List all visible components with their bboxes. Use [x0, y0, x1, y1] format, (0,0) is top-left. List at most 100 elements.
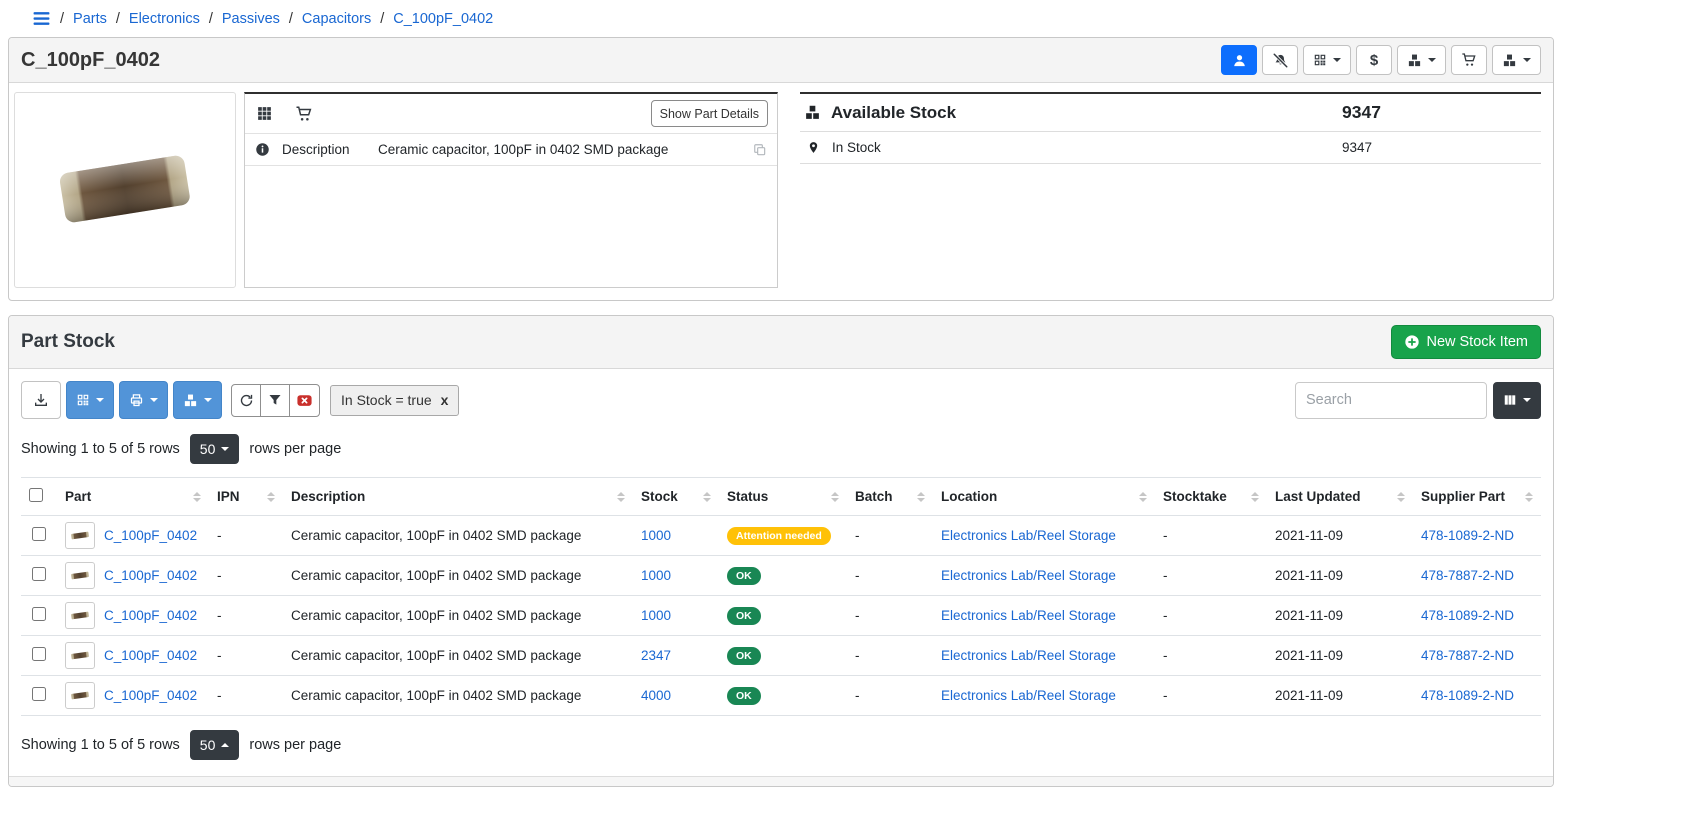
cart-view-button[interactable] — [293, 103, 315, 125]
part-link[interactable]: C_100pF_0402 — [104, 648, 197, 663]
row-checkbox[interactable] — [32, 607, 46, 621]
column-header-part: Part — [65, 489, 91, 504]
new-stock-item-button[interactable]: New Stock Item — [1391, 325, 1541, 359]
download-button[interactable] — [21, 381, 61, 419]
sort-icon[interactable] — [917, 492, 925, 502]
description-cell: Ceramic capacitor, 100pF in 0402 SMD pac… — [283, 516, 633, 556]
stock-options-dropdown-button[interactable] — [173, 381, 222, 419]
page-size-dropdown[interactable]: 50 — [190, 434, 240, 464]
ipn-cell: - — [209, 676, 283, 716]
rows-per-page-label: rows per page — [249, 737, 341, 753]
table-row[interactable]: C_100pF_0402 - Ceramic capacitor, 100pF … — [21, 516, 1541, 556]
row-checkbox[interactable] — [32, 687, 46, 701]
stock-actions-dropdown[interactable] — [1397, 45, 1446, 75]
clear-filters-button[interactable] — [289, 384, 320, 417]
part-link[interactable]: C_100pF_0402 — [104, 568, 197, 583]
part-actions-dropdown[interactable] — [1492, 45, 1541, 75]
table-row[interactable]: C_100pF_0402 - Ceramic capacitor, 100pF … — [21, 596, 1541, 636]
breadcrumb-item-electronics[interactable]: Electronics — [129, 11, 200, 27]
order-button[interactable] — [1451, 45, 1487, 75]
row-checkbox[interactable] — [32, 527, 46, 541]
sort-icon[interactable] — [1525, 492, 1533, 502]
breadcrumb-item-capacitors[interactable]: Capacitors — [302, 11, 371, 27]
in-stock-label: In Stock — [832, 140, 881, 155]
sort-icon[interactable] — [703, 492, 711, 502]
unsubscribe-button[interactable] — [1262, 45, 1298, 75]
ipn-cell: - — [209, 556, 283, 596]
stock-link[interactable]: 1000 — [641, 568, 671, 583]
supplier-part-link[interactable]: 478-1089-2-ND — [1421, 608, 1514, 623]
part-stock-header: Part Stock New Stock Item — [9, 316, 1553, 369]
sort-icon[interactable] — [617, 492, 625, 502]
column-header-stock: Stock — [641, 489, 678, 504]
supplier-part-link[interactable]: 478-1089-2-ND — [1421, 688, 1514, 703]
breadcrumb-item-passives[interactable]: Passives — [222, 11, 280, 27]
table-row[interactable]: C_100pF_0402 - Ceramic capacitor, 100pF … — [21, 556, 1541, 596]
sort-icon[interactable] — [193, 492, 201, 502]
hamburger-menu-icon[interactable] — [32, 9, 51, 28]
filter-chip-close[interactable]: x — [441, 392, 449, 408]
filter-button[interactable] — [260, 384, 290, 417]
description-value: Ceramic capacitor, 100pF in 0402 SMD pac… — [378, 142, 753, 157]
ipn-cell: - — [209, 516, 283, 556]
location-link[interactable]: Electronics Lab/Reel Storage — [941, 648, 1116, 663]
ipn-cell: - — [209, 636, 283, 676]
print-dropdown-button[interactable] — [119, 381, 168, 419]
part-link[interactable]: C_100pF_0402 — [104, 528, 197, 543]
stock-link[interactable]: 4000 — [641, 688, 671, 703]
table-row[interactable]: C_100pF_0402 - Ceramic capacitor, 100pF … — [21, 636, 1541, 676]
filter-chip-in-stock: In Stock = true x — [330, 385, 459, 416]
part-image[interactable] — [14, 92, 236, 288]
stock-link[interactable]: 2347 — [641, 648, 671, 663]
show-part-details-button[interactable]: Show Part Details — [651, 100, 768, 127]
stock-link[interactable]: 1000 — [641, 608, 671, 623]
sort-icon[interactable] — [1139, 492, 1147, 502]
grid-view-button[interactable] — [254, 103, 275, 124]
subscribe-button[interactable] — [1221, 45, 1257, 75]
description-cell: Ceramic capacitor, 100pF in 0402 SMD pac… — [283, 636, 633, 676]
column-header-ipn: IPN — [217, 489, 240, 504]
select-all-checkbox[interactable] — [29, 488, 43, 502]
sort-icon[interactable] — [831, 492, 839, 502]
cart-icon — [1461, 52, 1477, 68]
stocktake-cell: - — [1155, 676, 1267, 716]
row-checkbox[interactable] — [32, 647, 46, 661]
pricing-button[interactable]: $ — [1356, 45, 1392, 75]
location-link[interactable]: Electronics Lab/Reel Storage — [941, 568, 1116, 583]
breadcrumb-separator: / — [380, 11, 384, 27]
sort-icon[interactable] — [267, 492, 275, 502]
stocktake-cell: - — [1155, 636, 1267, 676]
copy-icon[interactable] — [753, 143, 767, 157]
part-thumbnail — [65, 642, 95, 669]
sort-icon[interactable] — [1251, 492, 1259, 502]
barcode-actions-dropdown[interactable] — [1303, 45, 1351, 75]
sort-icon[interactable] — [1397, 492, 1405, 502]
status-badge: OK — [727, 687, 761, 705]
supplier-part-link[interactable]: 478-7887-2-ND — [1421, 568, 1514, 583]
page-size-dropdown[interactable]: 50 — [190, 730, 240, 760]
part-thumbnail — [65, 602, 95, 629]
part-link[interactable]: C_100pF_0402 — [104, 688, 197, 703]
chevron-down-icon — [96, 398, 104, 402]
capacitor-image — [22, 110, 228, 270]
refresh-button[interactable] — [231, 384, 261, 417]
breadcrumb-separator: / — [289, 11, 293, 27]
description-cell: Ceramic capacitor, 100pF in 0402 SMD pac… — [283, 556, 633, 596]
breadcrumb-item-current-part[interactable]: C_100pF_0402 — [393, 11, 493, 27]
table-row[interactable]: C_100pF_0402 - Ceramic capacitor, 100pF … — [21, 676, 1541, 716]
last-updated-cell: 2021-11-09 — [1267, 676, 1413, 716]
location-link[interactable]: Electronics Lab/Reel Storage — [941, 608, 1116, 623]
supplier-part-link[interactable]: 478-1089-2-ND — [1421, 528, 1514, 543]
location-link[interactable]: Electronics Lab/Reel Storage — [941, 688, 1116, 703]
columns-dropdown-button[interactable] — [1493, 382, 1541, 419]
part-link[interactable]: C_100pF_0402 — [104, 608, 197, 623]
in-stock-value: 9347 — [1342, 140, 1537, 155]
location-link[interactable]: Electronics Lab/Reel Storage — [941, 528, 1116, 543]
supplier-part-link[interactable]: 478-7887-2-ND — [1421, 648, 1514, 663]
row-checkbox[interactable] — [32, 567, 46, 581]
search-input[interactable] — [1295, 382, 1487, 419]
stock-link[interactable]: 1000 — [641, 528, 671, 543]
barcode-dropdown-button[interactable] — [66, 381, 114, 419]
breadcrumb-separator: / — [209, 11, 213, 27]
breadcrumb-item-parts[interactable]: Parts — [73, 11, 107, 27]
